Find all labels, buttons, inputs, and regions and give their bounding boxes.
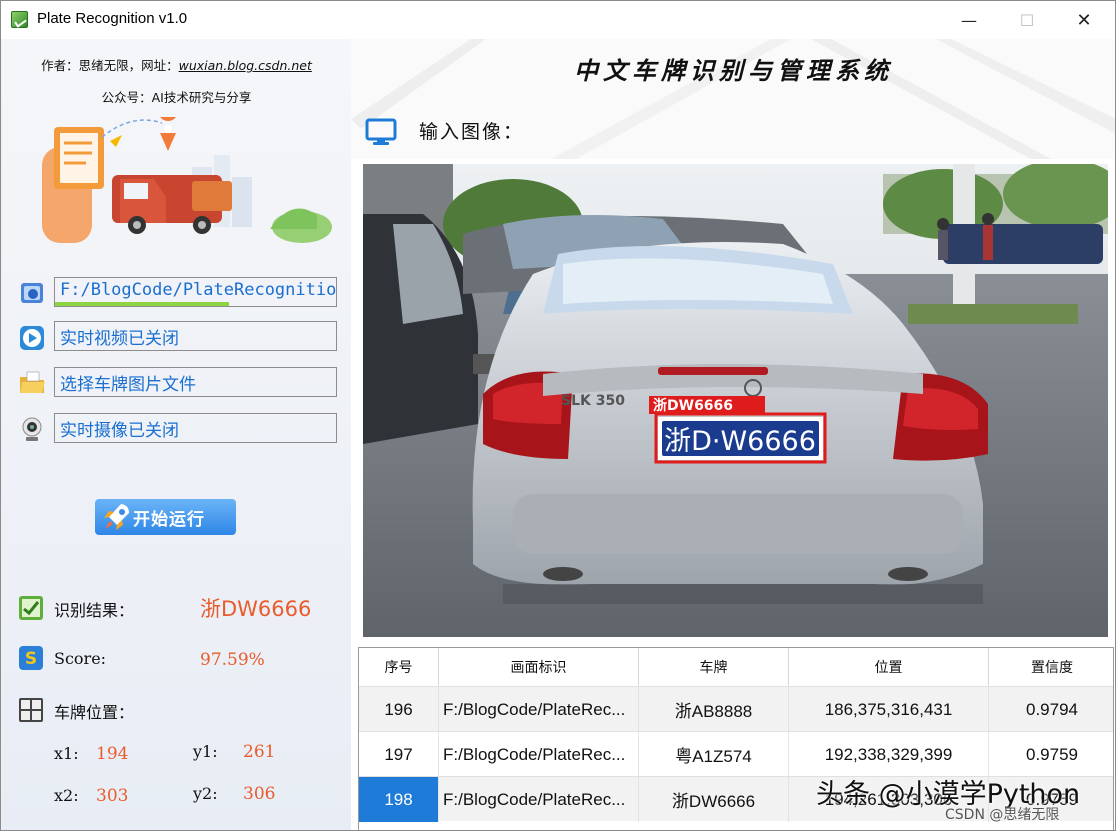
monitor-icon (365, 118, 397, 145)
table-header: 序号 画面标识 车牌 位置 置信度 (359, 648, 1113, 686)
result-value: 浙DW6666 (200, 597, 312, 621)
table-row[interactable]: 197 F:/BlogCode/PlateRec... 粤A1Z574 192,… (359, 731, 1113, 777)
svg-text:S: S (25, 649, 37, 669)
title-bar: Plate Recognition v1.0 — ☐ ✕ (1, 1, 1115, 39)
loading-progress-bar (55, 302, 230, 306)
author-line: 作者：思绪无限，网址：wuxian.blog.csdn.net (2, 55, 351, 74)
minimize-button[interactable]: — (946, 1, 992, 39)
cell-position[interactable]: 192,338,329,399 (789, 732, 989, 777)
score-label: Score: (54, 649, 107, 668)
image-path-field[interactable]: F:/BlogCode/PlateRecognition (54, 277, 337, 307)
right-panel: 中文车牌识别与管理系统 输入图像： SLK 350 浙D·W6666 浙DW66… (351, 39, 1115, 830)
cell-confidence[interactable]: 0.9794 (989, 687, 1113, 732)
open-folder-icon[interactable] (18, 369, 46, 397)
webcam-icon[interactable] (18, 415, 46, 443)
y1-value: 261 (243, 742, 276, 762)
result-label: 识别结果： (54, 601, 135, 620)
close-button[interactable]: ✕ (1061, 1, 1107, 39)
plate-text: 浙D·W6666 (664, 426, 816, 457)
header-frame-id[interactable]: 画面标识 (439, 648, 639, 686)
app-window: Plate Recognition v1.0 — ☐ ✕ 作者：思绪无限，网址：… (0, 0, 1116, 831)
folder-image-icon[interactable] (18, 279, 46, 307)
header-confidence[interactable]: 置信度 (989, 648, 1113, 686)
y1-label: y1: (193, 742, 218, 761)
cell-plate[interactable]: 浙DW6666 (639, 777, 789, 822)
csdn-watermark: CSDN @思绪无限 (945, 807, 1060, 823)
cell-frame-id[interactable]: F:/BlogCode/PlateRec... (439, 777, 639, 822)
cell-index[interactable]: 196 (359, 687, 439, 732)
cell-index[interactable]: 197 (359, 732, 439, 777)
video-status-field[interactable]: 实时视频已关闭 (54, 321, 337, 351)
window-title: Plate Recognition v1.0 (37, 10, 188, 27)
cell-plate[interactable]: 浙AB8888 (639, 687, 789, 732)
cell-confidence[interactable]: 0.9759 (989, 732, 1113, 777)
cell-frame-id[interactable]: F:/BlogCode/PlateRec... (439, 687, 639, 732)
input-image-label: 输入图像： (419, 121, 525, 143)
header-position[interactable]: 位置 (789, 648, 989, 686)
position-label: 车牌位置： (54, 703, 135, 722)
start-run-label: 开始运行 (133, 509, 205, 530)
left-panel: 作者：思绪无限，网址：wuxian.blog.csdn.net 公众号：AI技术… (2, 39, 351, 830)
x1-label: x1: (54, 744, 79, 763)
header-plate[interactable]: 车牌 (639, 648, 789, 686)
cell-frame-id[interactable]: F:/BlogCode/PlateRec... (439, 732, 639, 777)
public-account-line: 公众号：AI技术研究与分享 (101, 90, 252, 105)
car-model-badge: SLK 350 (561, 393, 625, 409)
header-index[interactable]: 序号 (359, 648, 439, 686)
y2-value: 306 (243, 784, 276, 804)
author-link[interactable]: wuxian.blog.csdn.net (179, 58, 312, 73)
start-run-button[interactable]: 开始运行 (95, 499, 236, 535)
y2-label: y2: (193, 784, 218, 803)
input-image-view: SLK 350 浙D·W6666 浙DW6666 (363, 164, 1108, 637)
video-play-icon[interactable] (18, 324, 46, 352)
system-title: 中文车牌识别与管理系统 (574, 56, 893, 85)
rocket-icon (104, 504, 129, 530)
position-grid-icon (19, 698, 43, 722)
cell-index[interactable]: 198 (359, 777, 439, 822)
score-value: 97.59% (200, 650, 265, 670)
image-path-text: F:/BlogCode/PlateRecognition (60, 280, 337, 300)
cell-plate[interactable]: 粤A1Z574 (639, 732, 789, 777)
table-row[interactable]: 196 F:/BlogCode/PlateRec... 浙AB8888 186,… (359, 686, 1113, 732)
result-check-icon (19, 596, 43, 620)
x2-value: 303 (96, 786, 129, 806)
x1-value: 194 (96, 744, 129, 764)
delivery-truck-illustration (42, 117, 332, 243)
score-icon: S (19, 646, 43, 670)
select-image-field[interactable]: 选择车牌图片文件 (54, 367, 337, 397)
author-prefix: 作者：思绪无限，网址： (41, 58, 179, 73)
x2-label: x2: (54, 786, 79, 805)
detection-label: 浙DW6666 (653, 397, 733, 414)
app-logo-icon (11, 11, 28, 28)
camera-status-field[interactable]: 实时摄像已关闭 (54, 413, 337, 443)
cell-position[interactable]: 186,375,316,431 (789, 687, 989, 732)
maximize-button[interactable]: ☐ (1004, 1, 1050, 39)
